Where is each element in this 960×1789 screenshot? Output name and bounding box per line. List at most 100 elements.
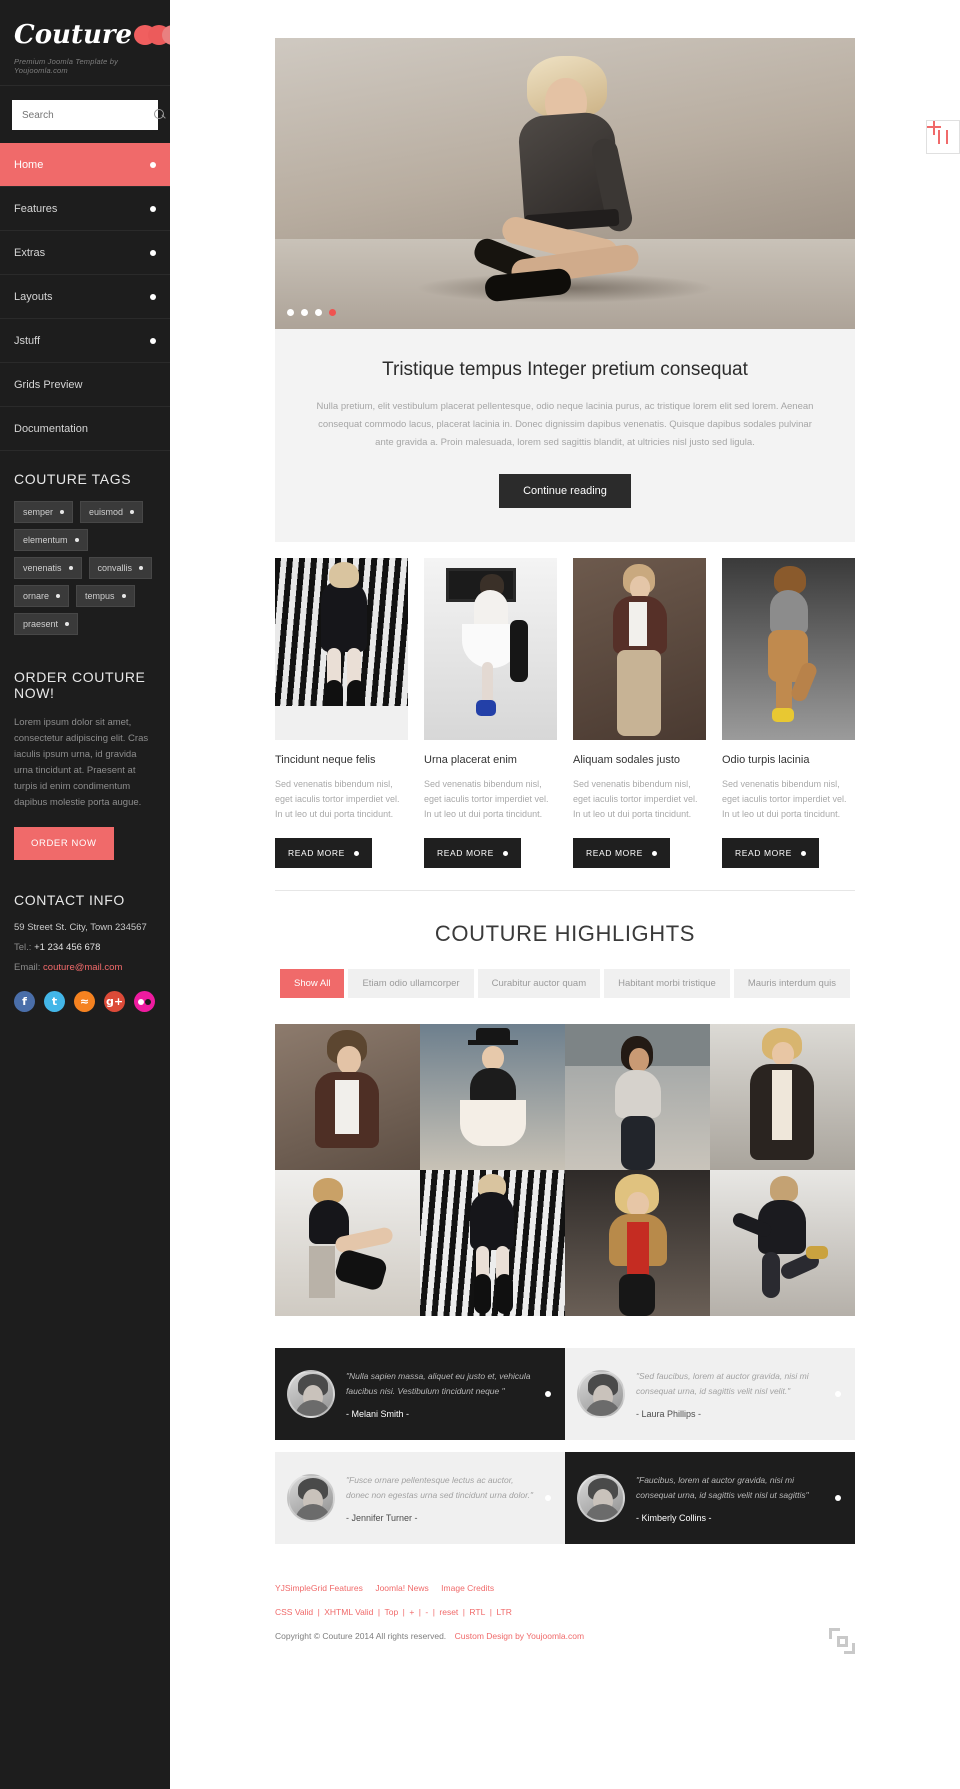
tag-item[interactable]: ornare xyxy=(14,585,70,607)
sidebar-item-jstuff[interactable]: Jstuff xyxy=(0,319,170,363)
dot-icon xyxy=(502,850,508,856)
testimonial-row: "Fusce ornare pellentesque lectus ac auc… xyxy=(275,1452,855,1544)
filter-mauris-interdum-quis[interactable]: Mauris interdum quis xyxy=(733,969,850,998)
sidebar-item-documentation[interactable]: Documentation xyxy=(0,407,170,451)
article-card: Urna placerat enim Sed venenatis bibendu… xyxy=(424,558,557,868)
logo-block[interactable]: Couture Premium Joomla Template by Youjo… xyxy=(0,0,199,86)
footer-link-custom-design[interactable]: Custom Design by Youjoomla.com xyxy=(455,1631,584,1641)
footer-link-xhtml-valid[interactable]: XHTML Valid xyxy=(324,1607,373,1617)
search-input[interactable] xyxy=(22,109,154,121)
hero-slider[interactable] xyxy=(275,38,855,329)
tag-item[interactable]: elementum xyxy=(14,529,88,551)
testimonial-card: "Nulla sapien massa, aliquet eu justo et… xyxy=(275,1348,565,1440)
order-now-button[interactable]: ORDER NOW xyxy=(14,827,114,860)
filter-curabitur-auctor-quam[interactable]: Curabitur auctor quam xyxy=(477,969,601,998)
tag-label: euismod xyxy=(89,507,124,517)
filter-etiam-odio-ullamcorper[interactable]: Etiam odio ullamcorper xyxy=(348,969,474,998)
avatar xyxy=(577,1370,625,1418)
separator: | xyxy=(317,1607,320,1617)
testimonial-row: "Nulla sapien massa, aliquet eu justo et… xyxy=(275,1348,855,1440)
slider-dot[interactable] xyxy=(315,309,322,316)
sidebar-item-features[interactable]: Features xyxy=(0,187,170,231)
sidebar-item-grids-preview[interactable]: Grids Preview xyxy=(0,363,170,407)
separator: | xyxy=(402,1607,405,1617)
card-thumbnail[interactable] xyxy=(275,558,408,740)
card-thumbnail[interactable] xyxy=(722,558,855,740)
sidebar-item-extras[interactable]: Extras xyxy=(0,231,170,275)
card-title[interactable]: Odio turpis lacinia xyxy=(722,754,855,766)
tag-item[interactable]: euismod xyxy=(80,501,144,523)
dot-icon xyxy=(353,850,359,856)
main-navigation: Home Features Extras Layouts Jstuff Grid… xyxy=(0,143,170,451)
filter-show-all[interactable]: Show All xyxy=(280,969,345,998)
dot-icon xyxy=(800,850,806,856)
continue-reading-button[interactable]: Continue reading xyxy=(499,474,631,508)
youjoomla-mark-icon xyxy=(829,1628,855,1654)
sidebar-item-layouts[interactable]: Layouts xyxy=(0,275,170,319)
read-more-label: READ MORE xyxy=(586,848,643,858)
google-plus-icon[interactable]: g+ xyxy=(104,991,125,1012)
gallery-item[interactable] xyxy=(710,1170,855,1316)
avatar xyxy=(287,1370,335,1418)
footer-link-joomla-news[interactable]: Joomla! News xyxy=(375,1583,428,1593)
gallery-item[interactable] xyxy=(420,1170,565,1316)
footer-link-reset-font[interactable]: reset xyxy=(439,1607,458,1617)
footer-link-rtl[interactable]: RTL xyxy=(469,1607,485,1617)
tag-item[interactable]: venenatis xyxy=(14,557,82,579)
rss-icon[interactable]: ≈ xyxy=(74,991,95,1012)
read-more-button[interactable]: READ MORE xyxy=(275,838,372,868)
nav-label: Extras xyxy=(14,246,46,259)
tag-item[interactable]: praesent xyxy=(14,613,79,635)
footer-links-row-1: YJSimpleGrid Features Joomla! News Image… xyxy=(275,1578,855,1596)
card-title[interactable]: Urna placerat enim xyxy=(424,754,557,766)
tag-item[interactable]: semper xyxy=(14,501,74,523)
article-cards: Tincidunt neque felis Sed venenatis bibe… xyxy=(275,542,855,868)
filter-habitant-morbi-tristique[interactable]: Habitant morbi tristique xyxy=(604,969,730,998)
contact-phone: Tel.: +1 234 456 678 xyxy=(14,942,156,953)
card-thumbnail[interactable] xyxy=(573,558,706,740)
read-more-button[interactable]: READ MORE xyxy=(573,838,670,868)
main-content: Tristique tempus Integer pretium consequ… xyxy=(170,0,960,1676)
slider-dot[interactable] xyxy=(301,309,308,316)
gallery-item[interactable] xyxy=(420,1024,565,1170)
card-title[interactable]: Tincidunt neque felis xyxy=(275,754,408,766)
gallery-item[interactable] xyxy=(275,1170,420,1316)
facebook-icon[interactable]: f xyxy=(14,991,35,1012)
tag-item[interactable]: convallis xyxy=(88,557,153,579)
footer-link-top[interactable]: Top xyxy=(384,1607,398,1617)
gallery-item[interactable] xyxy=(275,1024,420,1170)
tag-label: ornare xyxy=(23,591,50,601)
tag-list: semper euismod elementum venenatis conva… xyxy=(14,501,156,635)
dot-icon xyxy=(835,1391,841,1397)
read-more-button[interactable]: READ MORE xyxy=(722,838,819,868)
footer-link-yjsimplegrid[interactable]: YJSimpleGrid Features xyxy=(275,1583,363,1593)
contact-phone-label: Tel.: xyxy=(14,942,32,953)
testimonial-card: "Sed faucibus, lorem at auctor gravida, … xyxy=(565,1348,855,1440)
footer-link-ltr[interactable]: LTR xyxy=(496,1607,511,1617)
search-box[interactable] xyxy=(12,100,164,130)
gallery-item[interactable] xyxy=(710,1024,855,1170)
footer-link-css-valid[interactable]: CSS Valid xyxy=(275,1607,313,1617)
footer-link-image-credits[interactable]: Image Credits xyxy=(441,1583,494,1593)
card-thumbnail[interactable] xyxy=(424,558,557,740)
highlights-filter-bar: Show All Etiam odio ullamcorper Curabitu… xyxy=(275,969,855,998)
twitter-icon[interactable]: t xyxy=(44,991,65,1012)
slider-dot[interactable] xyxy=(287,309,294,316)
footer-link-increase-font[interactable]: + xyxy=(409,1607,414,1617)
gallery-item[interactable] xyxy=(565,1024,710,1170)
tag-label: elementum xyxy=(23,535,68,545)
footer-link-decrease-font[interactable]: - xyxy=(425,1607,428,1617)
flickr-icon[interactable] xyxy=(134,991,155,1012)
search-icon[interactable] xyxy=(154,109,166,121)
article-card: Tincidunt neque felis Sed venenatis bibe… xyxy=(275,558,408,868)
separator: | xyxy=(432,1607,435,1617)
card-title[interactable]: Aliquam sodales justo xyxy=(573,754,706,766)
gallery-item[interactable] xyxy=(565,1170,710,1316)
sidebar-item-home[interactable]: Home xyxy=(0,143,170,187)
tag-item[interactable]: tempus xyxy=(76,585,135,607)
settings-sliders-icon[interactable] xyxy=(926,120,960,154)
contact-email-value[interactable]: couture@mail.com xyxy=(43,962,122,973)
slider-dot-active[interactable] xyxy=(329,309,336,316)
read-more-button[interactable]: READ MORE xyxy=(424,838,521,868)
sidebar: Couture Premium Joomla Template by Youjo… xyxy=(0,0,199,1789)
